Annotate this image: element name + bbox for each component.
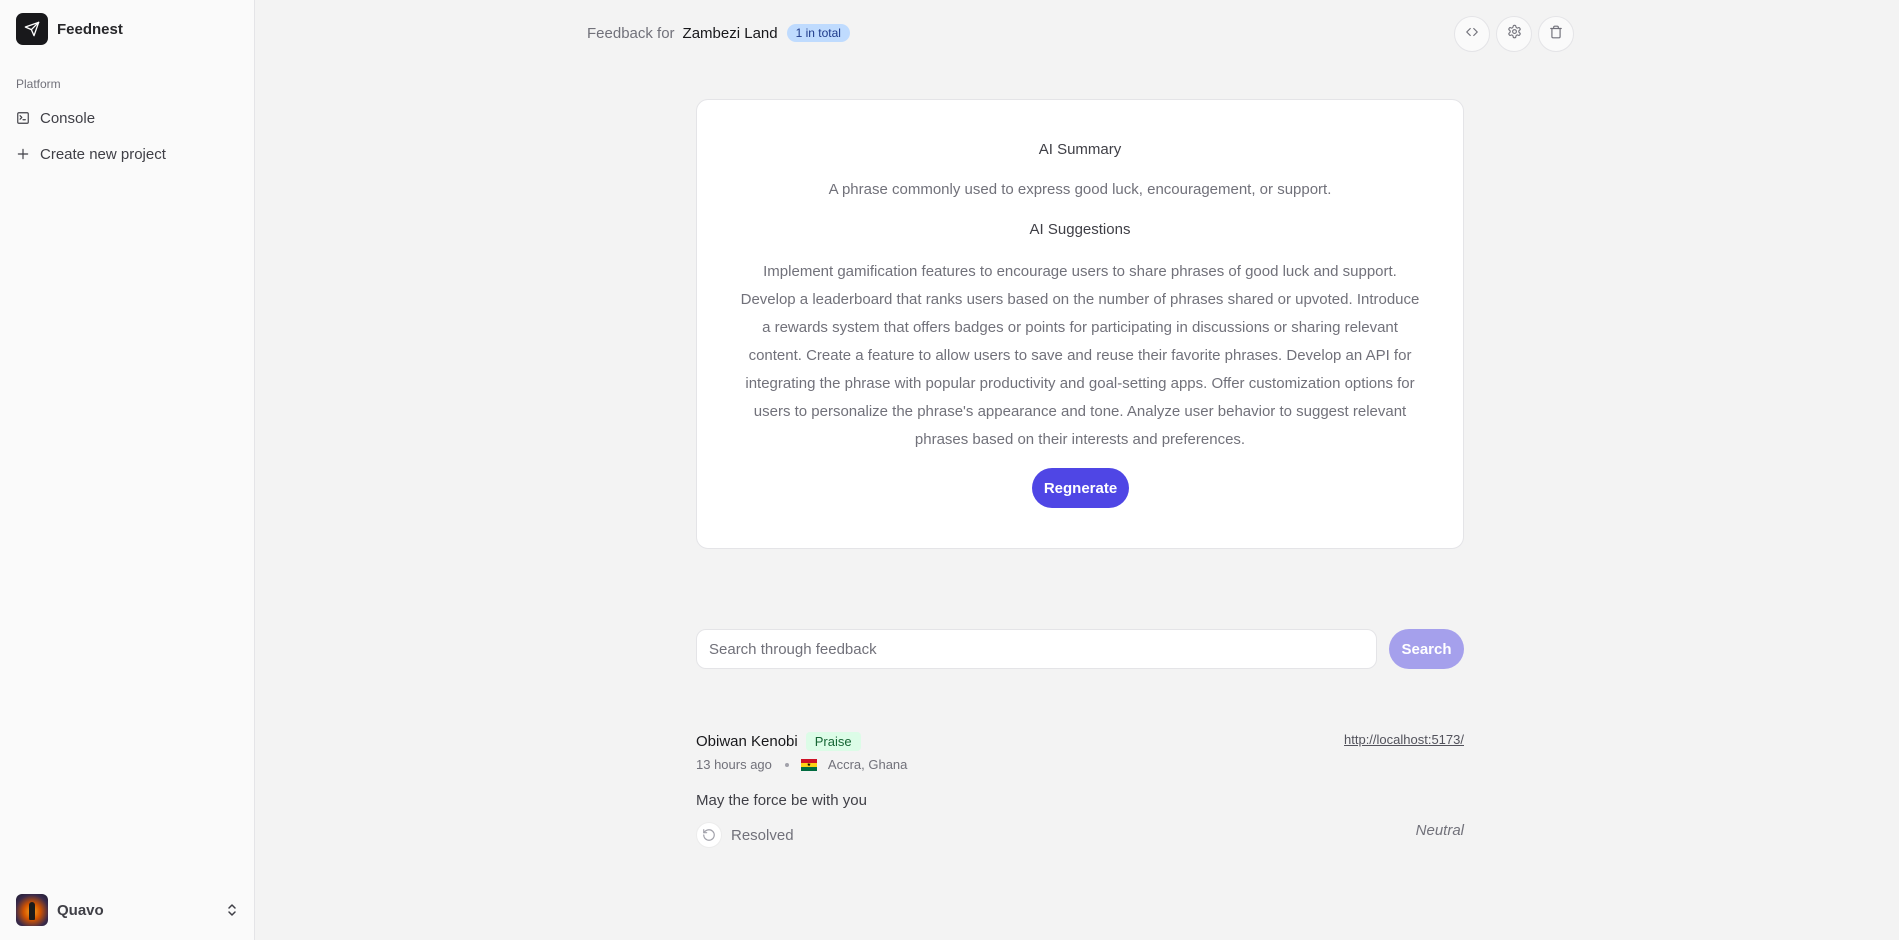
- sidebar-item-label: Console: [40, 109, 96, 127]
- rotate-ccw-icon: [696, 822, 722, 848]
- code-icon: [1465, 25, 1479, 44]
- ai-suggestions-title: AI Suggestions: [1029, 221, 1131, 238]
- header-actions: [1454, 16, 1574, 52]
- user-menu[interactable]: Quavo: [16, 894, 238, 926]
- project-name: Zambezi Land: [682, 24, 778, 42]
- brand-name: Feednest: [57, 20, 123, 38]
- delete-button[interactable]: [1538, 16, 1574, 52]
- regenerate-button[interactable]: Regnerate: [1032, 468, 1129, 508]
- feedback-author: Obiwan Kenobi: [696, 733, 798, 750]
- gear-icon: [1507, 24, 1522, 44]
- separator-dot: [784, 762, 789, 767]
- search-button[interactable]: Search: [1389, 629, 1464, 669]
- ai-suggestions-text: Implement gamification features to encou…: [740, 263, 1420, 448]
- terminal-icon: [16, 111, 30, 125]
- sidebar-nav: Console Create new project: [16, 105, 166, 177]
- ai-summary-title: AI Summary: [1038, 141, 1122, 158]
- sidebar-item-create-project[interactable]: Create new project: [16, 141, 166, 167]
- status-label: Resolved: [731, 826, 794, 844]
- resolve-toggle[interactable]: Resolved: [696, 822, 794, 848]
- feedback-location: Accra, Ghana: [827, 757, 908, 772]
- brand[interactable]: Feednest: [16, 13, 123, 45]
- total-badge: 1 in total: [786, 24, 850, 42]
- sidebar: Feednest Platform Console Create new pro…: [0, 0, 255, 940]
- user-name: Quavo: [57, 901, 104, 919]
- plus-icon: [16, 147, 30, 161]
- feedback-url[interactable]: http://localhost:5173/: [1344, 732, 1464, 747]
- search-input[interactable]: [696, 629, 1377, 669]
- sentiment-label: Neutral: [1415, 822, 1464, 839]
- title-prefix: Feedback for: [587, 24, 675, 42]
- ai-summary-card: AI Summary A phrase commonly used to exp…: [696, 99, 1464, 549]
- sidebar-item-label: Create new project: [40, 145, 166, 163]
- feedback-header: Obiwan Kenobi Praise: [696, 732, 861, 751]
- send-icon: [16, 13, 48, 45]
- feedback-meta: 13 hours ago Accra, Ghana: [696, 757, 907, 772]
- sidebar-item-console[interactable]: Console: [16, 105, 166, 131]
- settings-button[interactable]: [1496, 16, 1532, 52]
- ai-summary-text: A phrase commonly used to express good l…: [828, 181, 1332, 198]
- feedback-message: May the force be with you: [696, 792, 867, 809]
- embed-code-button[interactable]: [1454, 16, 1490, 52]
- trash-icon: [1549, 25, 1563, 44]
- feedback-item: Obiwan Kenobi Praise 13 hours ago Accra,…: [696, 732, 1464, 852]
- page-title: Feedback for Zambezi Land 1 in total: [587, 24, 850, 42]
- ghana-flag-icon: [800, 758, 817, 771]
- chevrons-up-down-icon: [226, 902, 238, 918]
- feedback-tag: Praise: [805, 732, 861, 751]
- feedback-time: 13 hours ago: [696, 757, 772, 772]
- section-label-platform: Platform: [16, 77, 61, 91]
- avatar: [16, 894, 48, 926]
